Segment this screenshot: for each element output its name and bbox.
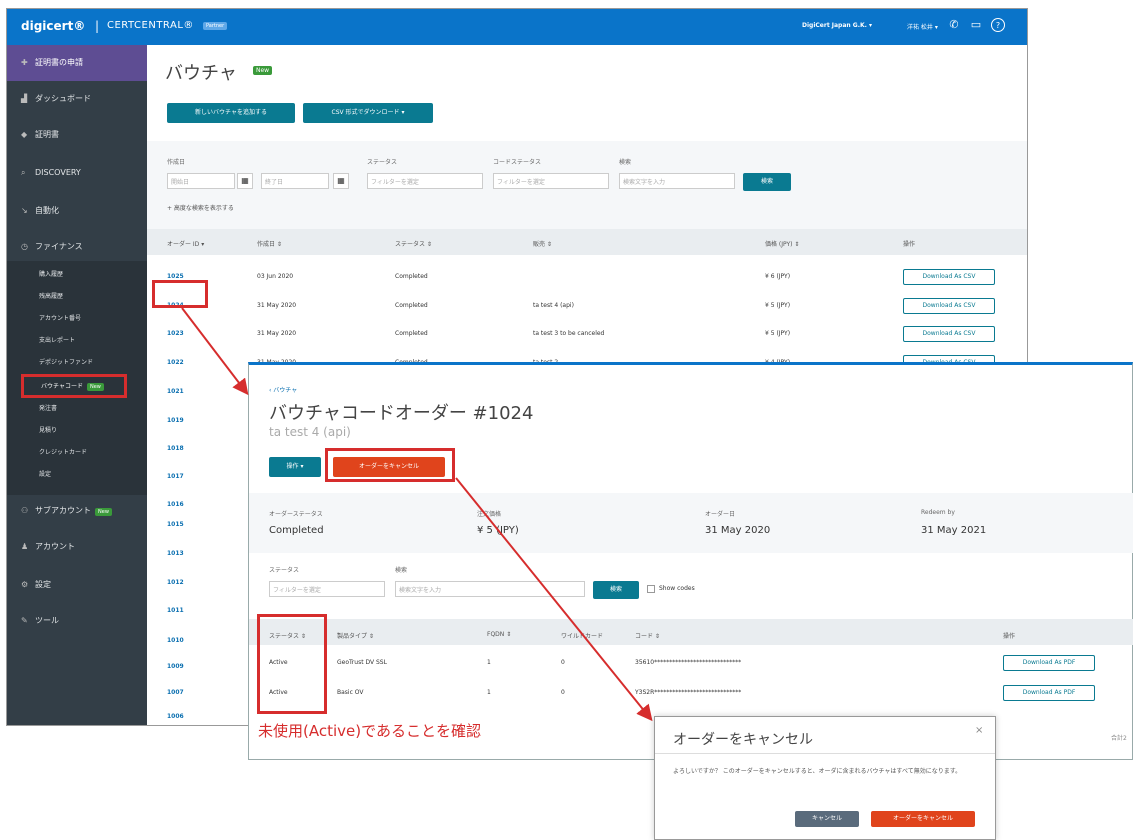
- modal-confirm-cancel-button[interactable]: オーダーをキャンセル: [871, 811, 975, 827]
- cancel-order-modal: オーダーをキャンセル × よろしいですか？ このオーダーをキャンセルすると、オー…: [654, 716, 996, 840]
- modal-divider: [655, 753, 995, 754]
- arrow-to-modal: [455, 477, 653, 722]
- modal-title: オーダーをキャンセル: [673, 732, 813, 748]
- annotation-arrows: [181, 307, 653, 722]
- modal-message: よろしいですか？ このオーダーをキャンセルすると、オーダに含まれるバウチャはすべ…: [673, 768, 962, 775]
- close-icon[interactable]: ×: [975, 725, 983, 736]
- modal-cancel-button[interactable]: キャンセル: [795, 811, 859, 827]
- arrow-to-detail: [181, 307, 249, 396]
